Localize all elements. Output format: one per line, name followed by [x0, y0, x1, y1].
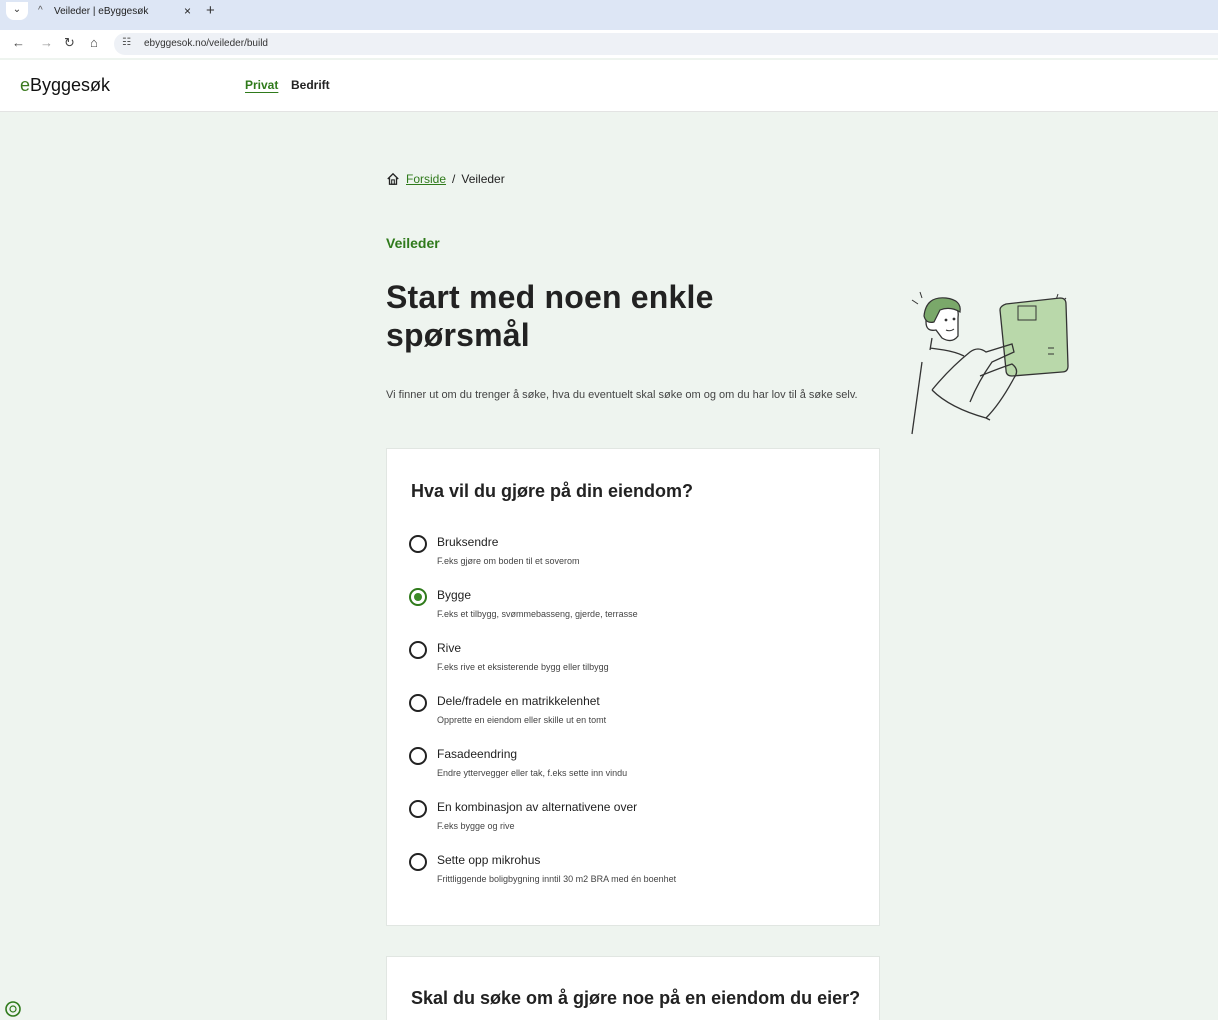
nav-bedrift[interactable]: Bedrift — [291, 78, 330, 92]
option-label: Fasadeendring — [437, 747, 518, 761]
house-icon — [387, 172, 399, 185]
radio-fasadeendring[interactable] — [409, 747, 427, 765]
reload-icon[interactable]: ↻ — [64, 35, 75, 51]
nav-privat[interactable]: Privat — [245, 78, 278, 92]
logo-text: Byggesøk — [30, 75, 111, 95]
page-title: Start med noen enkle spørsmål — [386, 279, 714, 353]
breadcrumb-current: Veileder — [461, 172, 505, 186]
radio-kombinasjon[interactable] — [409, 800, 427, 818]
tab-close-icon[interactable]: × — [184, 4, 191, 18]
page-eyebrow: Veileder — [386, 235, 440, 251]
site-settings-icon[interactable]: ☷ — [122, 37, 131, 48]
page-description: Vi finner ut om du trenger å søke, hva d… — [386, 389, 858, 401]
logo-e: e — [20, 75, 31, 95]
radio-dele-fradele[interactable] — [409, 694, 427, 712]
option-dele-fradele[interactable]: Dele/fradele en matrikkelenhet Opprette … — [409, 692, 859, 736]
radio-mikrohus[interactable] — [409, 853, 427, 871]
option-label: Bygge — [437, 588, 472, 602]
option-help: Frittliggende boligbygning inntil 30 m2 … — [437, 874, 677, 884]
option-bygge[interactable]: Bygge F.eks et tilbygg, svømmebasseng, g… — [409, 586, 859, 630]
new-tab-icon[interactable]: + — [206, 2, 215, 19]
site-logo[interactable]: eByggesøk — [20, 75, 110, 96]
browser-address-bar: ← → ↻ ⌂ ☷ ebyggesok.no/veileder/build — [0, 30, 1218, 58]
tab-favicon-icon: ^ — [38, 5, 43, 16]
question-1-title: Hva vil du gjøre på din eiendom? — [411, 481, 694, 501]
accessibility-widget-icon[interactable] — [4, 1000, 22, 1018]
question-card-1: Hva vil du gjøre på din eiendom? Bruksen… — [386, 448, 880, 926]
radio-rive[interactable] — [409, 641, 427, 659]
url-field[interactable]: ☷ ebyggesok.no/veileder/build — [114, 33, 1218, 55]
url-text: ebyggesok.no/veileder/build — [144, 38, 268, 49]
option-fasadeendring[interactable]: Fasadeendring Endre yttervegger eller ta… — [409, 745, 859, 789]
option-help: Opprette en eiendom eller skille ut en t… — [437, 715, 607, 725]
tab-search-dropdown-icon[interactable]: ⌄ — [6, 2, 28, 20]
option-label: Rive — [437, 641, 462, 655]
browser-tabbar: ⌄ ^ Veileder | eByggesøk × + — [0, 0, 1218, 30]
option-mikrohus[interactable]: Sette opp mikrohus Frittliggende boligby… — [409, 851, 859, 895]
person-carrying-box-illustration — [911, 291, 1069, 435]
question-2-title: Skal du søke om å gjøre noe på en eiendo… — [411, 988, 861, 1008]
option-label: Sette opp mikrohus — [437, 853, 541, 867]
option-label: Bruksendre — [437, 535, 499, 549]
question-card-2: Skal du søke om å gjøre noe på en eiendo… — [386, 956, 880, 1020]
browser-tab[interactable]: ^ Veileder | eByggesøk × — [30, 0, 202, 30]
back-arrow-icon[interactable]: ← — [12, 35, 25, 50]
breadcrumb: Forside / Veileder — [386, 172, 505, 186]
option-help: Endre yttervegger eller tak, f.eks sette… — [437, 768, 628, 778]
radio-bruksendre[interactable] — [409, 535, 427, 553]
option-help: F.eks rive et eksisterende bygg eller ti… — [437, 662, 609, 672]
option-label: En kombinasjon av alternativene over — [437, 800, 638, 814]
breadcrumb-home-link[interactable]: Forside — [406, 172, 446, 186]
breadcrumb-separator: / — [452, 172, 456, 186]
option-label: Dele/fradele en matrikkelenhet — [437, 694, 600, 708]
option-rive[interactable]: Rive F.eks rive et eksisterende bygg ell… — [409, 639, 859, 683]
home-icon[interactable]: ⌂ — [90, 35, 98, 50]
option-help: F.eks bygge og rive — [437, 821, 515, 831]
site-header: eByggesøk Privat Bedrift — [0, 60, 1218, 112]
option-help: F.eks gjøre om boden til et soverom — [437, 556, 580, 566]
tab-title: Veileder | eByggesøk — [54, 6, 149, 17]
option-help: F.eks et tilbygg, svømmebasseng, gjerde,… — [437, 609, 638, 619]
radio-bygge[interactable] — [409, 588, 427, 606]
option-kombinasjon[interactable]: En kombinasjon av alternativene over F.e… — [409, 798, 859, 842]
forward-arrow-icon[interactable]: → — [40, 35, 53, 50]
option-bruksendre[interactable]: Bruksendre F.eks gjøre om boden til et s… — [409, 533, 859, 577]
